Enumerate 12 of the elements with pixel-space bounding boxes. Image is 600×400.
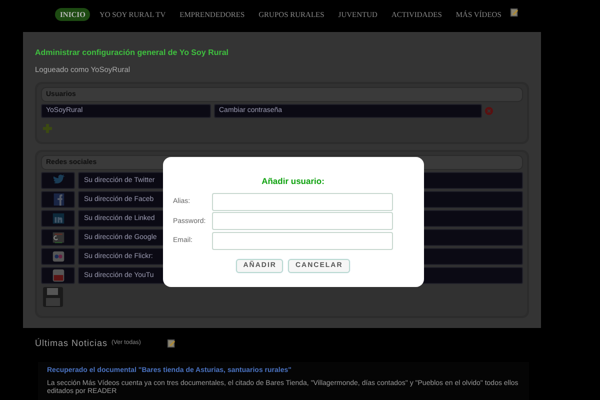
edit-icon[interactable] [166, 338, 176, 348]
dialog-title: Añadir usuario: [260, 176, 326, 186]
add-icon[interactable] [43, 124, 52, 133]
input-field[interactable] [212, 232, 393, 250]
linkedin-icon [50, 211, 66, 226]
delete-icon[interactable] [485, 107, 493, 115]
input-field[interactable] [212, 212, 393, 230]
flickr-icon [50, 249, 66, 264]
edit-icon[interactable] [510, 8, 520, 16]
news-heading: Últimas Noticias [35, 338, 108, 348]
panel-title: Administrar configuración general de Yo Soy Rural [35, 48, 230, 57]
input-field[interactable] [212, 192, 393, 211]
